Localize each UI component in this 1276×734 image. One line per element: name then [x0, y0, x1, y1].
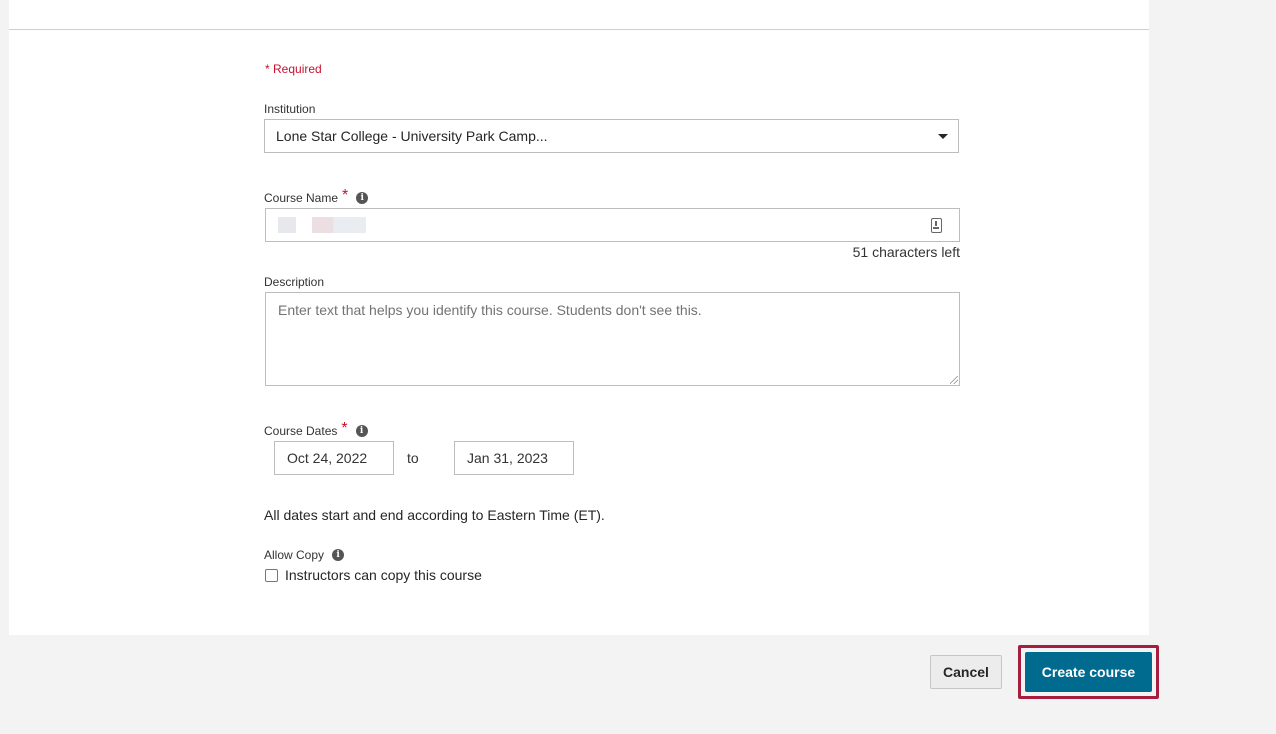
caret-down-icon	[938, 134, 948, 139]
allow-copy-checkbox[interactable]	[265, 568, 278, 582]
cancel-button[interactable]: Cancel	[930, 655, 1002, 689]
characters-left: 51 characters left	[852, 244, 960, 260]
start-date-input[interactable]: Oct 24, 2022	[274, 441, 394, 475]
allow-copy-option[interactable]: Instructors can copy this course	[265, 567, 482, 583]
institution-select[interactable]: Lone Star College - University Park Camp…	[264, 119, 959, 153]
create-course-button[interactable]: Create course	[1025, 652, 1152, 692]
institution-label: Institution	[264, 102, 315, 116]
allow-copy-label-text: Allow Copy	[264, 548, 325, 562]
divider	[9, 29, 1149, 30]
start-date-value: Oct 24, 2022	[287, 450, 368, 466]
institution-selected-value: Lone Star College - University Park Camp…	[276, 128, 548, 144]
timezone-note: All dates start and end according to Eas…	[264, 507, 605, 523]
keyboard-icon[interactable]	[931, 218, 942, 233]
course-name-label: Course Name * i	[264, 187, 369, 205]
course-dates-label: Course Dates * i	[264, 420, 368, 438]
end-date-input[interactable]: Jan 31, 2023	[454, 441, 574, 475]
end-date-value: Jan 31, 2023	[467, 450, 548, 466]
required-star: *	[341, 420, 348, 437]
resize-handle-icon[interactable]	[950, 376, 958, 384]
redacted-text	[278, 217, 296, 233]
course-dates-label-text: Course Dates	[264, 424, 338, 438]
required-note: * Required	[265, 62, 322, 76]
description-label-text: Description	[264, 275, 325, 289]
info-icon[interactable]: i	[332, 549, 345, 561]
info-icon[interactable]: i	[355, 425, 368, 437]
institution-label-text: Institution	[264, 102, 316, 116]
redacted-text	[312, 217, 366, 233]
description-label: Description	[264, 275, 324, 289]
allow-copy-label: Allow Copy i	[264, 548, 345, 562]
required-star: *	[342, 187, 349, 204]
course-name-label-text: Course Name	[264, 191, 339, 205]
allow-copy-checkbox-label[interactable]: Instructors can copy this course	[285, 567, 482, 583]
course-name-input[interactable]	[265, 208, 960, 242]
description-textarea[interactable]: Enter text that helps you identify this …	[265, 292, 960, 386]
info-icon[interactable]: i	[356, 192, 369, 204]
description-placeholder: Enter text that helps you identify this …	[278, 302, 702, 318]
date-separator: to	[407, 450, 419, 466]
